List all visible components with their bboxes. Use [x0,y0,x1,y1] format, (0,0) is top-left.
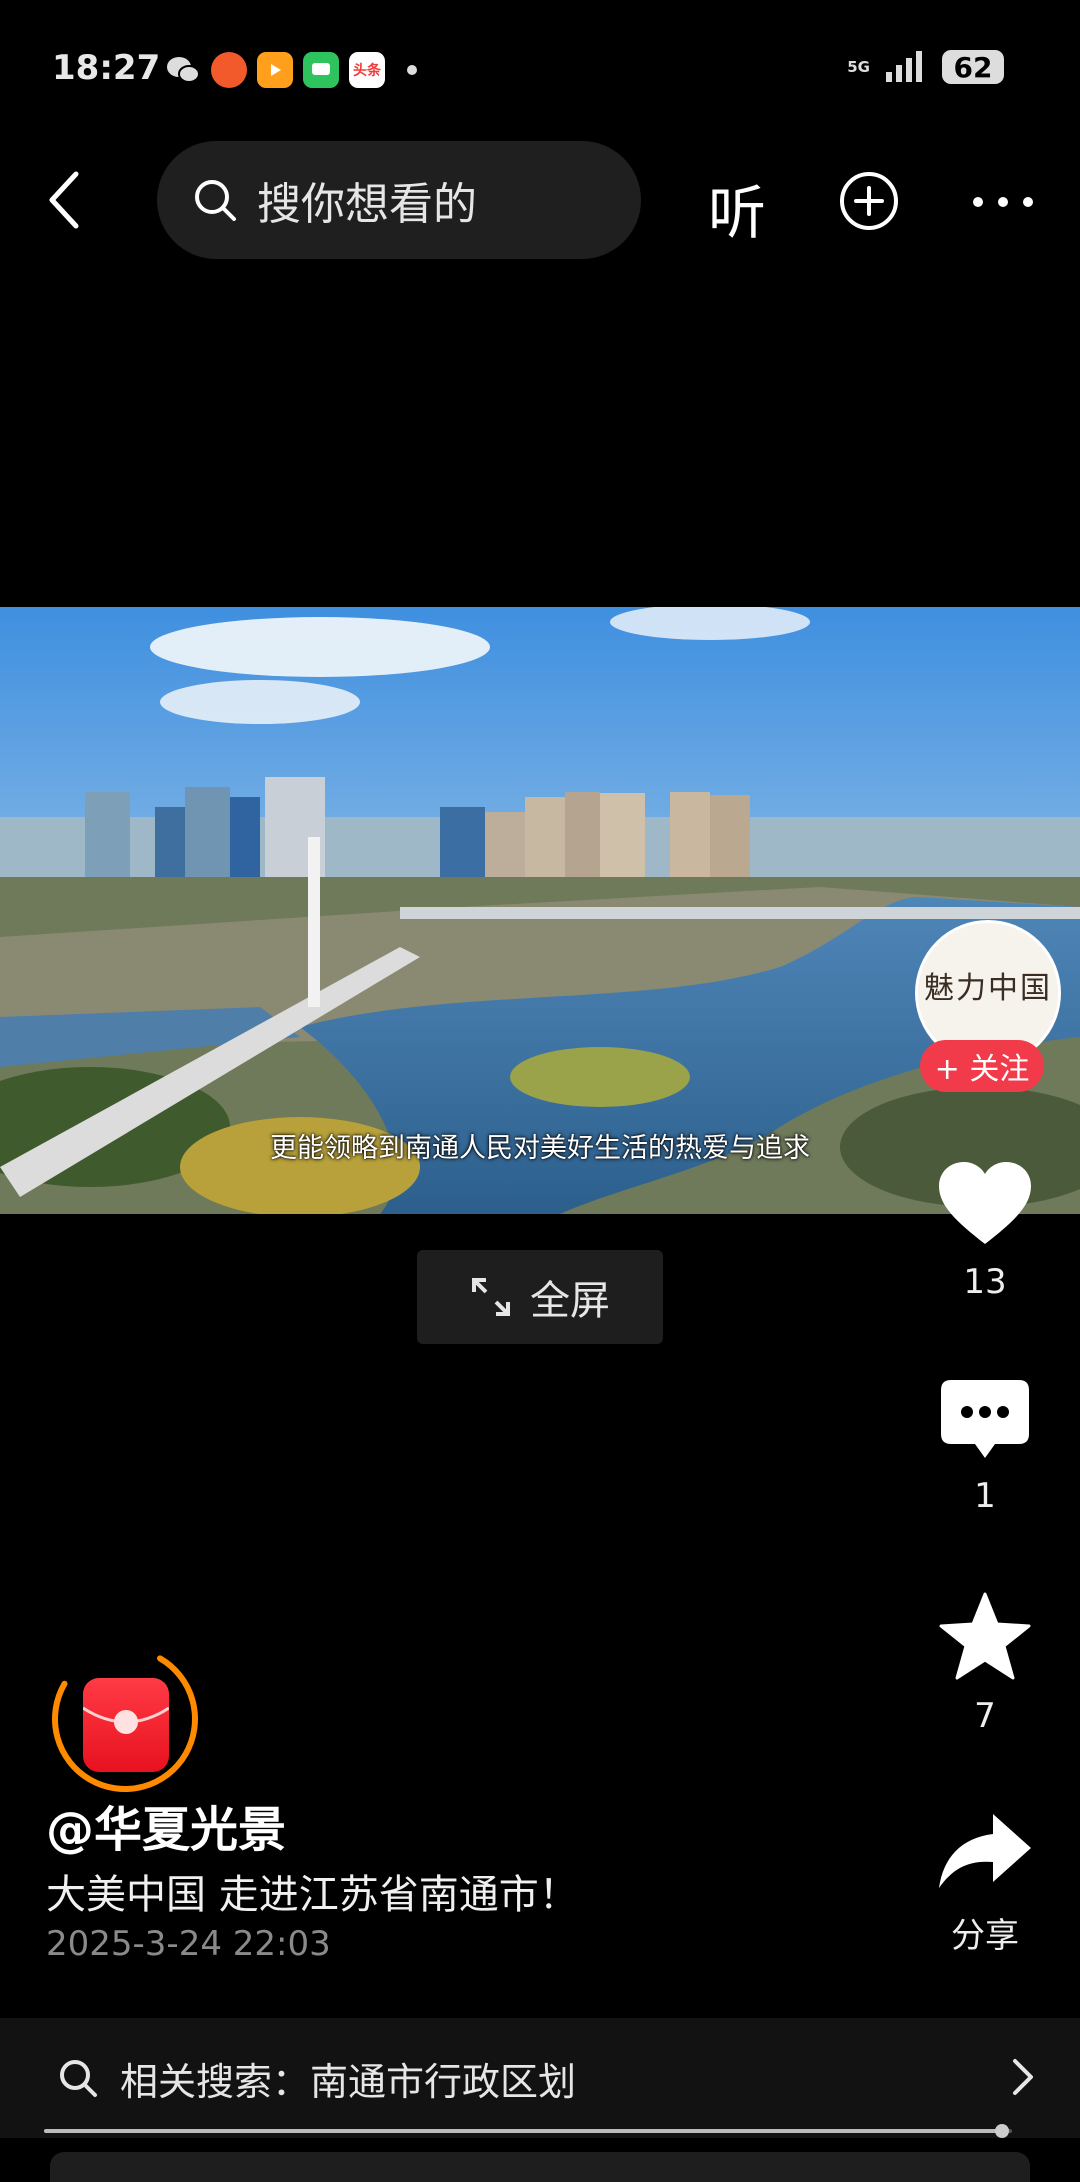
video-progress-bar[interactable] [44,2124,1012,2138]
post-date: 2025-3-24 22:03 [46,1924,331,1964]
share-button[interactable]: 分享 [930,1812,1040,1957]
status-right: 5G 62 [847,50,1004,84]
chevron-right-icon [1013,2059,1033,2095]
network-type: 5G [847,58,870,76]
author-name[interactable]: @华夏光景 [46,1790,286,1860]
search-placeholder: 搜你想看的 [257,179,477,230]
status-time: 18:27 [52,48,161,88]
star-icon [939,1592,1031,1680]
taobao-icon [211,52,247,88]
like-button[interactable]: 13 [930,1160,1040,1302]
more-options-icon[interactable] [970,193,1036,211]
add-circle-icon[interactable] [838,170,900,232]
battery-indicator: 62 [942,50,1004,84]
fullscreen-label: 全屏 [530,1278,610,1324]
bottom-comment-strip[interactable] [50,2152,1030,2182]
share-label: 分享 [951,1916,1019,1956]
back-icon[interactable] [42,170,92,230]
listen-button[interactable]: 听 [708,166,766,250]
heart-icon [939,1162,1031,1244]
comment-count: 1 [974,1476,996,1516]
follow-button[interactable]: + 关注 [920,1040,1044,1092]
share-arrow-icon [939,1814,1031,1888]
messages-icon [303,52,339,88]
post-title: 大美中国 走进江苏省南通市！ [46,1872,579,1918]
fullscreen-button[interactable]: 全屏 [417,1250,663,1344]
search-icon [60,2060,97,2097]
city-skyline-image [0,607,1080,1214]
search-input[interactable]: 搜你想看的 [157,141,641,259]
search-icon [195,180,236,221]
toutiao-icon: 头条 [349,52,385,88]
wechat-icon [165,52,201,88]
expand-icon [472,1278,510,1316]
related-search-bar[interactable]: 相关搜索：南通市行政区划 [0,2018,1080,2138]
video-app-icon [257,52,293,88]
avatar-logo-text: 魅力中国 [924,971,1052,1006]
like-count: 13 [963,1262,1007,1302]
related-search-text: 相关搜索：南通市行政区划 [120,2059,577,2104]
red-packet-icon[interactable] [82,1678,170,1772]
favorite-button[interactable]: 7 [930,1592,1040,1736]
comment-icon [941,1380,1029,1458]
more-notifications-dot [407,65,417,75]
signal-icon [886,51,922,82]
comment-button[interactable]: 1 [930,1378,1040,1516]
notification-icons: 头条 [165,52,417,88]
favorite-count: 7 [974,1696,996,1736]
video-subtitle: 更能领略到南通人民对美好生活的热爱与追求 [270,1133,810,1164]
video-player[interactable] [0,607,1080,1214]
